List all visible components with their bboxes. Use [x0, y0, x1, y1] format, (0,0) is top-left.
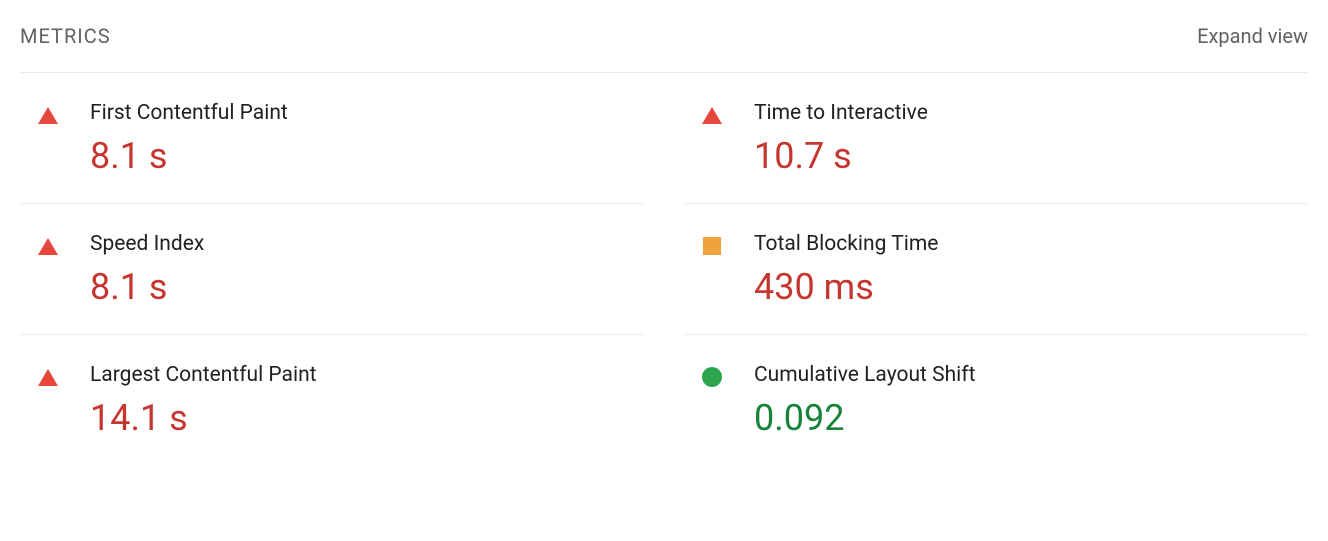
triangle-up-icon [36, 234, 60, 258]
metric-cumulative-layout-shift[interactable]: Cumulative Layout Shift 0.092 [684, 335, 1308, 465]
metric-first-contentful-paint[interactable]: First Contentful Paint 8.1 s [20, 73, 644, 204]
metric-value: 0.092 [754, 397, 975, 439]
metric-time-to-interactive[interactable]: Time to Interactive 10.7 s [684, 73, 1308, 204]
metrics-grid: First Contentful Paint 8.1 s Time to Int… [20, 73, 1308, 465]
metric-body: Cumulative Layout Shift 0.092 [754, 363, 975, 439]
section-title: METRICS [20, 24, 111, 48]
square-icon [700, 234, 724, 258]
metrics-header: METRICS Expand view [20, 24, 1308, 73]
metric-body: Total Blocking Time 430 ms [754, 232, 938, 308]
metric-body: Time to Interactive 10.7 s [754, 101, 928, 177]
metric-value: 8.1 s [90, 135, 288, 177]
expand-view-link[interactable]: Expand view [1197, 24, 1308, 48]
metric-body: Speed Index 8.1 s [90, 232, 204, 308]
metric-body: First Contentful Paint 8.1 s [90, 101, 288, 177]
metric-value: 10.7 s [754, 135, 928, 177]
metric-value: 14.1 s [90, 397, 317, 439]
circle-icon [700, 365, 724, 389]
metric-label: Largest Contentful Paint [90, 363, 317, 387]
metric-speed-index[interactable]: Speed Index 8.1 s [20, 204, 644, 335]
triangle-up-icon [36, 103, 60, 127]
metric-label: Cumulative Layout Shift [754, 363, 975, 387]
metric-total-blocking-time[interactable]: Total Blocking Time 430 ms [684, 204, 1308, 335]
metric-label: Total Blocking Time [754, 232, 938, 256]
metric-body: Largest Contentful Paint 14.1 s [90, 363, 317, 439]
metric-largest-contentful-paint[interactable]: Largest Contentful Paint 14.1 s [20, 335, 644, 465]
metric-value: 430 ms [754, 266, 938, 308]
triangle-up-icon [700, 103, 724, 127]
metric-label: Time to Interactive [754, 101, 928, 125]
metric-value: 8.1 s [90, 266, 204, 308]
triangle-up-icon [36, 365, 60, 389]
metric-label: First Contentful Paint [90, 101, 288, 125]
metric-label: Speed Index [90, 232, 204, 256]
